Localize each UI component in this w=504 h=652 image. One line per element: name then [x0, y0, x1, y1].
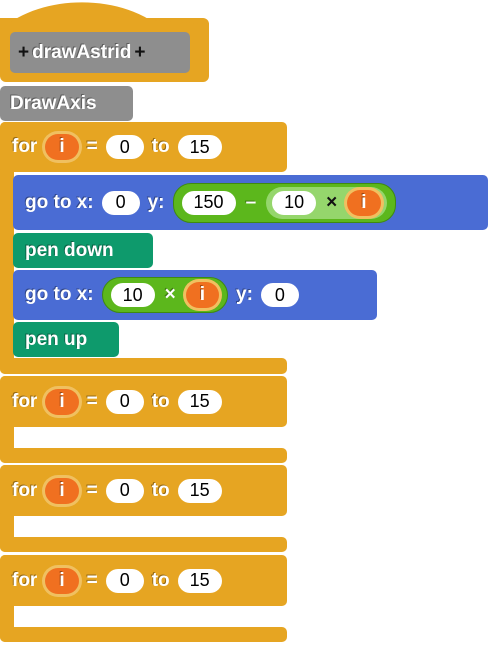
- block-name: drawAstrid: [32, 41, 132, 63]
- custom-block-prototype[interactable]: + drawAstrid +: [10, 32, 190, 73]
- times-operator[interactable]: 10 × i: [101, 277, 229, 313]
- go-to-block-1[interactable]: go to x: 0 y: 150 – 10 × i: [13, 175, 488, 230]
- variable-i[interactable]: i: [347, 189, 381, 216]
- block-label: DrawAxis: [10, 92, 97, 114]
- times-label: ×: [164, 284, 176, 305]
- pen-down-label: pen down: [25, 239, 114, 261]
- for-loop-2-bottom: [0, 448, 287, 463]
- to-input[interactable]: 15: [177, 135, 222, 159]
- minuend-input[interactable]: 150: [181, 190, 236, 215]
- for-label: for: [12, 390, 38, 412]
- for-loop-4[interactable]: for i = 0 to 15: [0, 555, 287, 606]
- for-label: for: [12, 136, 38, 157]
- loop-variable[interactable]: i: [45, 134, 79, 160]
- to-label: to: [151, 136, 170, 157]
- equals-label: =: [86, 569, 98, 591]
- add-input-icon[interactable]: +: [134, 42, 145, 64]
- for-label: for: [12, 569, 38, 591]
- go-to-label: go to x:: [25, 284, 94, 305]
- pen-up-block[interactable]: pen up: [13, 322, 119, 357]
- x-input[interactable]: 0: [101, 190, 140, 215]
- from-input[interactable]: 0: [105, 135, 144, 159]
- go-to-block-2[interactable]: go to x: 10 × i y: 0: [13, 270, 377, 320]
- variable-i[interactable]: i: [185, 282, 220, 308]
- factor-input[interactable]: 10: [110, 283, 155, 307]
- for-label: for: [12, 479, 38, 501]
- from-input[interactable]: 0: [105, 478, 144, 503]
- drawaxis-block[interactable]: DrawAxis: [0, 86, 133, 121]
- hat-curve: [0, 2, 209, 30]
- factor-input[interactable]: 10: [272, 190, 317, 215]
- for-loop-3[interactable]: for i = 0 to 15: [0, 465, 287, 516]
- minus-label: –: [245, 191, 257, 213]
- y-label: y:: [236, 284, 253, 305]
- times-label: ×: [326, 191, 338, 213]
- y-label: y:: [147, 191, 165, 213]
- equals-label: =: [86, 136, 98, 157]
- for-loop-1-bottom: [0, 358, 287, 374]
- equals-label: =: [86, 479, 98, 501]
- to-label: to: [151, 569, 170, 591]
- y-input[interactable]: 0: [260, 283, 299, 307]
- to-input[interactable]: 15: [177, 478, 222, 503]
- to-label: to: [151, 479, 170, 501]
- minus-operator[interactable]: 150 – 10 × i: [172, 182, 396, 223]
- loop-variable[interactable]: i: [45, 567, 79, 594]
- for-loop-2[interactable]: for i = 0 to 15: [0, 376, 287, 427]
- pen-up-label: pen up: [25, 328, 88, 350]
- from-input[interactable]: 0: [105, 568, 144, 593]
- equals-label: =: [86, 390, 98, 412]
- for-loop-1[interactable]: for i = 0 to 15: [0, 122, 287, 172]
- for-loop-4-bottom: [0, 627, 287, 642]
- add-input-icon[interactable]: +: [18, 42, 29, 64]
- go-to-label: go to x:: [25, 191, 94, 213]
- to-input[interactable]: 15: [177, 568, 222, 593]
- to-label: to: [151, 390, 170, 412]
- times-operator[interactable]: 10 × i: [266, 186, 387, 219]
- to-input[interactable]: 15: [177, 389, 222, 414]
- loop-variable[interactable]: i: [45, 477, 79, 504]
- for-loop-3-bottom: [0, 537, 287, 552]
- from-input[interactable]: 0: [105, 389, 144, 414]
- loop-variable[interactable]: i: [45, 388, 79, 415]
- pen-down-block[interactable]: pen down: [13, 233, 153, 268]
